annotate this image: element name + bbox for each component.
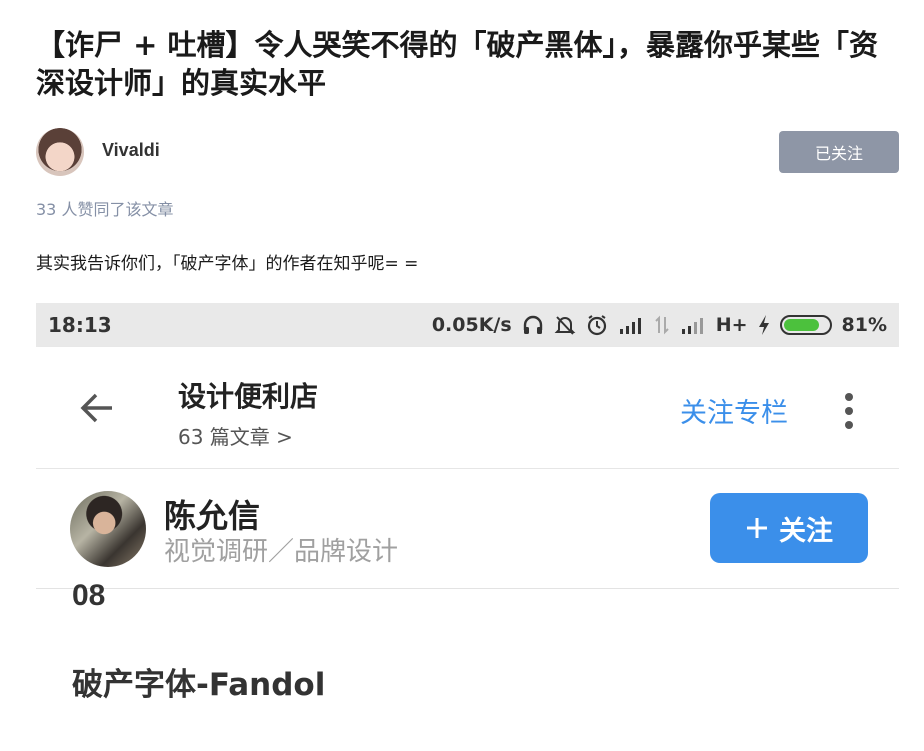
alarm-icon bbox=[587, 315, 606, 336]
more-vertical-icon[interactable] bbox=[842, 391, 856, 431]
headphones-icon bbox=[523, 315, 542, 334]
partial-section-number: 08 bbox=[72, 579, 106, 612]
back-arrow-icon[interactable] bbox=[78, 389, 116, 427]
network-type: H+ bbox=[715, 314, 748, 336]
data-transfer-icon bbox=[654, 315, 669, 335]
signal-icon-2 bbox=[681, 318, 703, 334]
network-speed: 0.05K/s bbox=[431, 314, 512, 336]
battery-fill bbox=[783, 319, 820, 331]
follow-author-button[interactable]: 关注 bbox=[710, 493, 868, 563]
column-author-description: 视觉调研／品牌设计 bbox=[164, 537, 399, 567]
charging-icon bbox=[758, 315, 769, 335]
battery-icon bbox=[779, 315, 832, 335]
column-title[interactable]: 设计便利店 bbox=[178, 375, 318, 415]
battery-percent: 81% bbox=[841, 314, 887, 336]
plus-icon bbox=[747, 518, 767, 538]
mute-bell-icon bbox=[554, 316, 576, 335]
article-paragraph: 其实我告诉你们，「破产字体」的作者在知乎呢= = bbox=[36, 254, 419, 274]
followed-button[interactable]: 已关注 bbox=[779, 131, 899, 173]
follow-author-label: 关注 bbox=[779, 515, 833, 547]
column-article-count[interactable]: 63 篇文章 > bbox=[178, 421, 293, 450]
embedded-screenshot: 18:13 0.05K/s H+ 81% 设计便利店 63 篇文章 > 关注专栏… bbox=[36, 303, 899, 751]
status-time: 18:13 bbox=[48, 313, 112, 337]
likes-count: 33 人赞同了该文章 bbox=[36, 200, 174, 219]
article-heading: 破产字体-Fandol bbox=[72, 667, 326, 703]
column-author-avatar[interactable] bbox=[70, 491, 146, 567]
column-author-row: 陈允信 视觉调研／品牌设计 关注 bbox=[36, 469, 899, 589]
follow-column-button[interactable]: 关注专栏 bbox=[680, 391, 788, 430]
author-name[interactable]: Vivaldi bbox=[102, 140, 160, 161]
article-title: 【诈尸 + 吐槽】令人哭笑不得的「破产黑体」，暴露你乎某些「资深设计师」的真实水… bbox=[36, 28, 878, 100]
app-bar: 设计便利店 63 篇文章 > 关注专栏 bbox=[36, 347, 899, 469]
author-avatar[interactable] bbox=[36, 128, 84, 176]
status-bar: 18:13 0.05K/s H+ 81% bbox=[36, 303, 899, 347]
status-icons: 0.05K/s H+ 81% bbox=[432, 311, 887, 339]
signal-icon bbox=[619, 318, 641, 334]
